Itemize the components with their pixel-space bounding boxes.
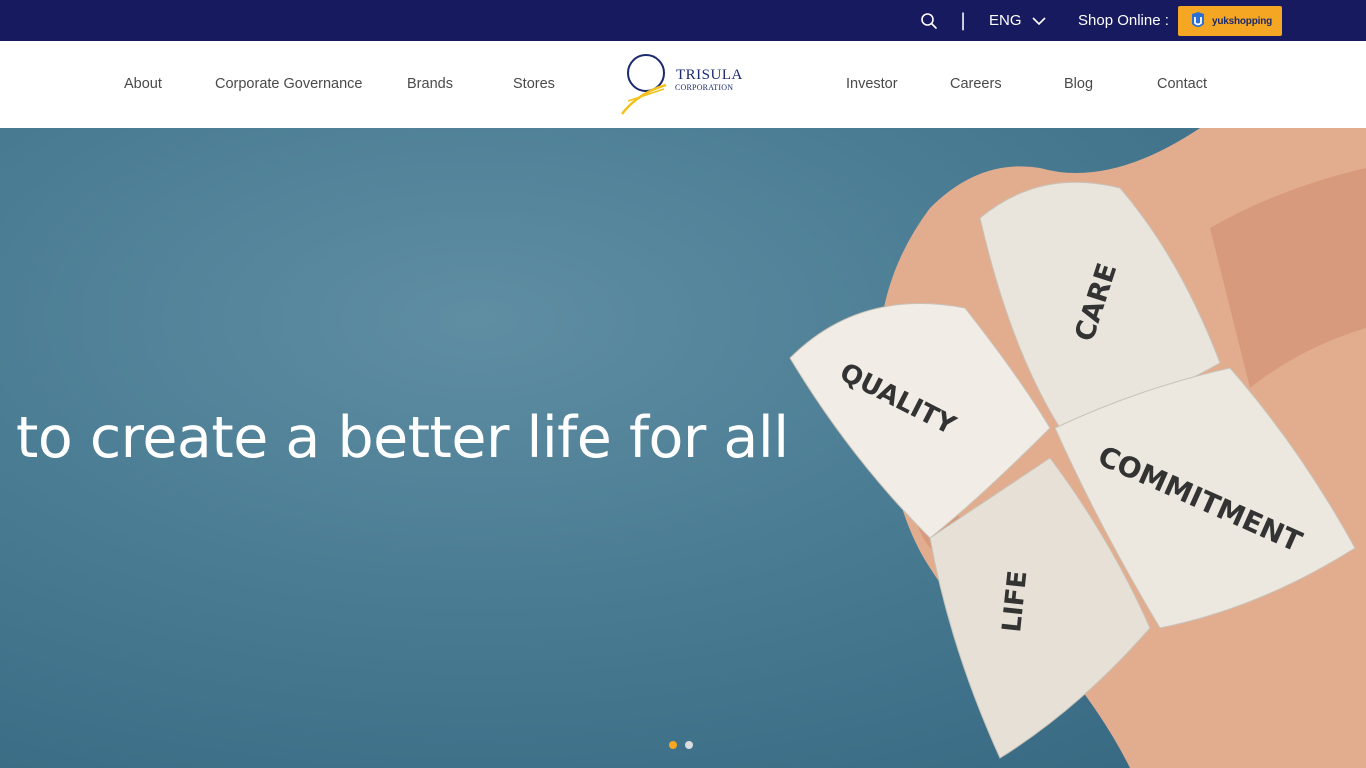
- topbar-divider: |: [960, 10, 967, 31]
- paper-fortune-teller-illustration: CARE QUALITY COMMITMENT LIFE: [789, 128, 1366, 768]
- chevron-down-icon: [1031, 16, 1046, 25]
- main-navigation: About Corporate Governance Brands Stores…: [0, 41, 1366, 128]
- carousel-dot-1[interactable]: [669, 741, 677, 749]
- nav-item-brands[interactable]: Brands: [407, 76, 453, 92]
- yukshopping-logo-icon: [1191, 12, 1204, 27]
- nav-item-contact[interactable]: Contact: [1157, 76, 1207, 92]
- shop-online-label: Shop Online :: [1078, 12, 1169, 29]
- nav-item-corporate-governance[interactable]: Corporate Governance: [215, 76, 363, 92]
- nav-item-careers[interactable]: Careers: [950, 76, 1002, 92]
- fortune-word-life: LIFE: [997, 569, 1033, 634]
- hero-tagline: to create a better life for all: [16, 405, 789, 471]
- yukshopping-label: yukshopping: [1211, 15, 1273, 27]
- carousel-indicators: [669, 741, 693, 749]
- carousel-dot-2[interactable]: [685, 741, 693, 749]
- language-selector[interactable]: ENG: [989, 12, 1046, 29]
- hero-banner: to create a better life for all CARE QUA…: [0, 128, 1366, 768]
- search-icon[interactable]: [919, 11, 939, 31]
- trisula-logo[interactable]: TRISULA CORPORATION: [620, 51, 745, 117]
- brand-name: TRISULA: [676, 67, 743, 83]
- nav-item-blog[interactable]: Blog: [1064, 76, 1093, 92]
- language-label: ENG: [989, 12, 1022, 29]
- brand-subtitle: CORPORATION: [675, 83, 734, 92]
- nav-item-stores[interactable]: Stores: [513, 76, 555, 92]
- yukshopping-button[interactable]: yukshopping: [1178, 6, 1282, 36]
- nav-item-about[interactable]: About: [124, 76, 162, 92]
- trisula-emblem-icon: [621, 54, 667, 115]
- nav-item-investor[interactable]: Investor: [846, 76, 898, 92]
- top-utility-bar: | ENG Shop Online : yukshopping: [0, 0, 1366, 41]
